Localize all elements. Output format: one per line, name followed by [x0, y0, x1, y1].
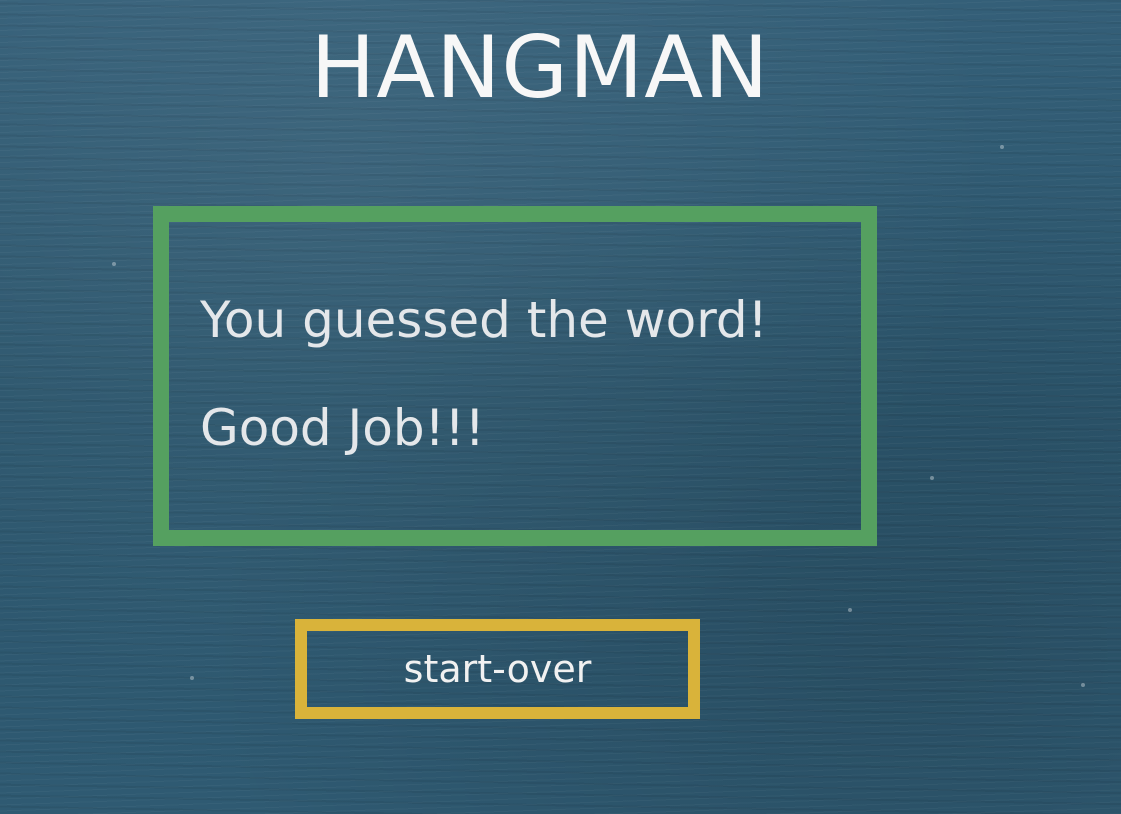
chalk-speck: [848, 608, 852, 612]
chalk-speck: [112, 262, 116, 266]
start-over-button[interactable]: start-over: [295, 619, 700, 719]
result-message-line: You guessed the word!: [200, 291, 768, 349]
result-congrats-line: Good Job!!!: [200, 399, 485, 457]
chalk-speck: [1081, 683, 1085, 687]
game-title: HANGMAN: [310, 18, 770, 118]
chalk-speck: [930, 476, 934, 480]
result-message-box: You guessed the word! Good Job!!!: [153, 206, 877, 546]
chalk-speck: [190, 676, 194, 680]
chalk-speck: [1000, 145, 1004, 149]
